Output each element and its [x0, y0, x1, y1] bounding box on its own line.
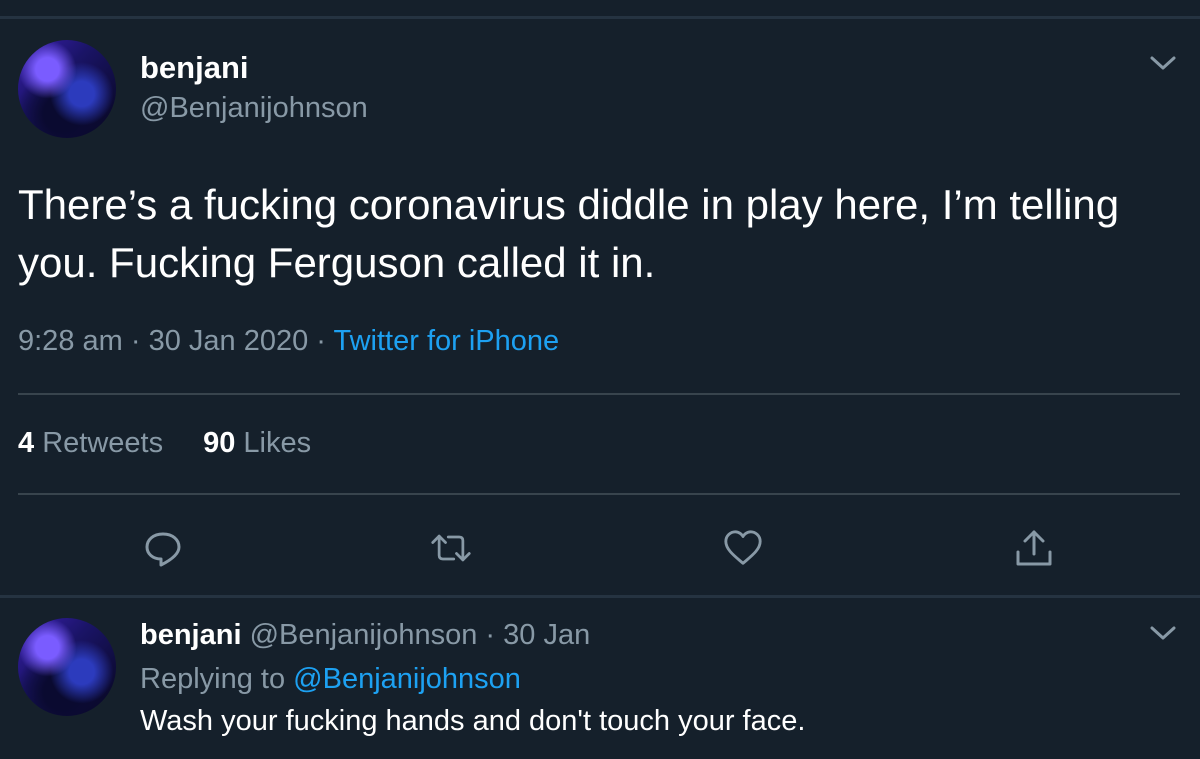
reply-date[interactable]: 30 Jan	[503, 619, 590, 651]
author-handle[interactable]: @Benjanijohnson	[140, 92, 368, 125]
reply-header: benjani @Benjanijohnson · 30 Jan	[140, 619, 590, 652]
reply-avatar[interactable]	[18, 618, 116, 716]
tweet-time[interactable]: 9:28 am	[18, 325, 123, 357]
chevron-down-icon[interactable]	[1148, 52, 1178, 74]
share-icon[interactable]	[1013, 528, 1055, 568]
reply-icon[interactable]	[142, 528, 184, 568]
meta-separator: ·	[308, 325, 334, 357]
replying-to-mention[interactable]: @Benjanijohnson	[293, 663, 521, 695]
tweet-text: There’s a fucking coronavirus diddle in …	[18, 181, 1120, 286]
retweets-count: 4	[18, 427, 35, 459]
section-divider	[0, 595, 1200, 598]
likes-stat[interactable]: 90 Likes	[203, 427, 311, 459]
retweets-stat[interactable]: 4 Retweets	[18, 427, 163, 459]
divider	[18, 493, 1180, 495]
retweets-label: Retweets	[42, 427, 164, 459]
tweet-source-link[interactable]: Twitter for iPhone	[333, 325, 559, 357]
likes-label: Likes	[243, 427, 312, 459]
tweet-date[interactable]: 30 Jan 2020	[149, 325, 309, 357]
meta-separator: ·	[122, 325, 149, 357]
reply-separator: ·	[477, 619, 504, 651]
divider	[18, 393, 1180, 395]
retweet-icon[interactable]	[430, 528, 472, 568]
replying-prefix: Replying to	[140, 663, 294, 695]
like-icon[interactable]	[722, 528, 764, 568]
author-display-name[interactable]: benjani	[140, 50, 249, 86]
tweet-meta: 9:28 am · 30 Jan 2020 · Twitter for iPho…	[18, 325, 559, 358]
replying-to: Replying to @Benjanijohnson	[140, 663, 521, 696]
avatar[interactable]	[18, 40, 116, 138]
likes-count: 90	[203, 427, 236, 459]
tweet-stats: 4 Retweets 90 Likes	[18, 427, 311, 460]
reply-author-handle[interactable]: @Benjanijohnson	[250, 619, 478, 651]
chevron-down-icon[interactable]	[1148, 622, 1178, 644]
top-divider	[0, 16, 1200, 19]
reply-author-name[interactable]: benjani	[140, 619, 242, 651]
reply-text: Wash your fucking hands and don't touch …	[140, 705, 806, 737]
